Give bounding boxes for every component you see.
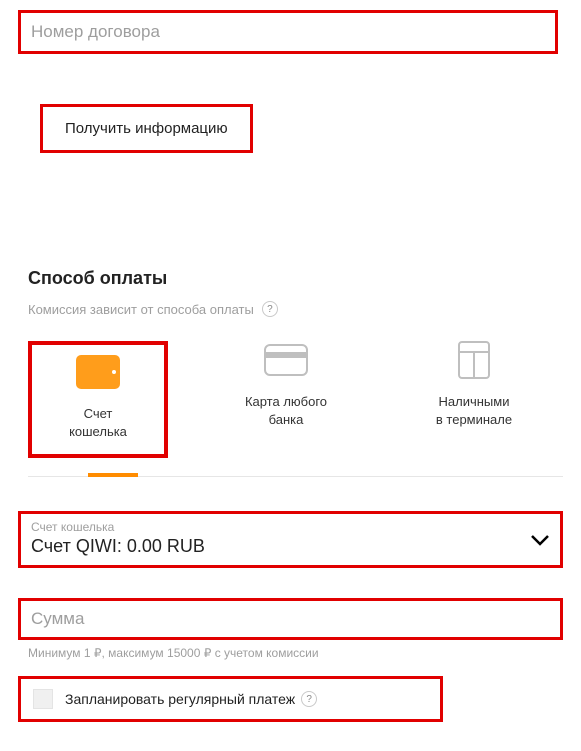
sum-hint: Минимум 1 ₽, максимум 15000 ₽ с учетом к…: [28, 646, 563, 660]
method-wallet-label: Счет кошелька: [69, 405, 127, 440]
schedule-label: Запланировать регулярный платеж: [65, 691, 295, 707]
payment-methods: Счет кошелька Карта любого банка Наличн: [28, 341, 563, 477]
wallet-select-label: Счет кошелька: [31, 520, 205, 534]
method-wallet[interactable]: Счет кошелька: [28, 341, 168, 458]
method-cash[interactable]: Наличными в терминале: [404, 341, 544, 428]
sum-input[interactable]: Сумма: [18, 598, 563, 640]
wallet-account-select[interactable]: Счет кошелька Счет QIWI: 0.00 RUB: [18, 511, 563, 568]
method-card[interactable]: Карта любого банка: [216, 341, 356, 428]
method-cash-label: Наличными в терминале: [436, 393, 512, 428]
chevron-down-icon: [530, 526, 550, 552]
schedule-payment-row[interactable]: Запланировать регулярный платеж ?: [18, 676, 443, 722]
payment-method-title: Способ оплаты: [28, 268, 563, 289]
get-info-button[interactable]: Получить информацию: [40, 104, 253, 153]
wallet-icon: [76, 353, 120, 391]
contract-number-placeholder: Номер договора: [31, 22, 160, 42]
get-info-label: Получить информацию: [65, 120, 228, 137]
sum-placeholder: Сумма: [31, 609, 84, 629]
card-icon: [264, 341, 308, 379]
contract-number-input[interactable]: Номер договора: [18, 10, 558, 54]
help-icon[interactable]: ?: [301, 691, 317, 707]
commission-text: Комиссия зависит от способа оплаты: [28, 302, 254, 317]
selected-tab-indicator: [88, 473, 138, 477]
wallet-select-value: Счет QIWI: 0.00 RUB: [31, 536, 205, 557]
terminal-icon: [452, 341, 496, 379]
method-card-label: Карта любого банка: [245, 393, 327, 428]
help-icon[interactable]: ?: [262, 301, 278, 317]
schedule-checkbox[interactable]: [33, 689, 53, 709]
